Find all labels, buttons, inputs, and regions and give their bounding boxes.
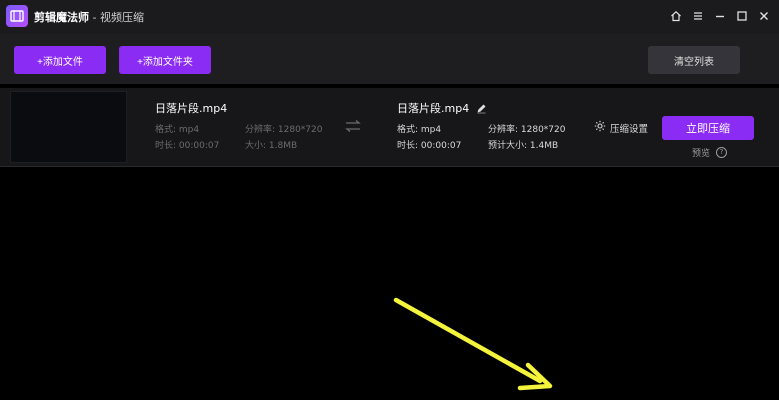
annotation-arrow-icon — [393, 297, 553, 391]
